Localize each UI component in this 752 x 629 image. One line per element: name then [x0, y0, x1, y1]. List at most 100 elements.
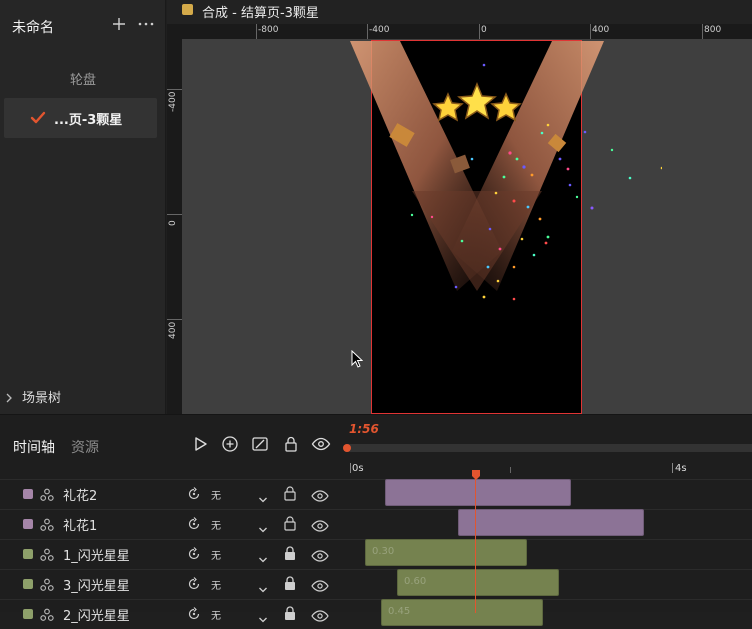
- node-icon: [40, 487, 54, 501]
- node-icon: [40, 517, 54, 531]
- loop-icon[interactable]: [186, 576, 202, 592]
- ruler-label: 0: [481, 25, 487, 35]
- track-name[interactable]: 2_闪光星星: [63, 605, 130, 624]
- timeline-clip[interactable]: 0.60: [397, 569, 559, 596]
- blend-mode-value[interactable]: 无: [211, 607, 221, 622]
- chevron-down-icon[interactable]: [258, 549, 268, 563]
- ruler-tick: [167, 319, 182, 320]
- clip-label: 0.30: [372, 546, 395, 557]
- track-row[interactable]: 3_闪光星星 无: [0, 569, 340, 599]
- ruler-tick: [350, 463, 351, 473]
- loop-icon[interactable]: [186, 516, 202, 532]
- node-icon: [40, 577, 54, 591]
- track-color-swatch: [23, 579, 33, 589]
- blend-mode-value[interactable]: 无: [211, 487, 221, 502]
- ruler-tick: [167, 214, 182, 215]
- eye-icon[interactable]: [311, 607, 329, 622]
- composition-item-label: ...页-3颗星: [54, 113, 123, 128]
- tab-timeline[interactable]: 时间轴: [13, 437, 55, 457]
- add-icon[interactable]: [111, 16, 127, 32]
- scene-tree-toggle[interactable]: 场景树: [0, 382, 166, 410]
- eye-icon[interactable]: [311, 577, 329, 592]
- offstage-particles: [583, 130, 662, 210]
- composition-list-item[interactable]: ...页-3颗星: [4, 98, 157, 138]
- play-icon[interactable]: [191, 435, 209, 453]
- eye-icon[interactable]: [311, 487, 329, 502]
- track-row[interactable]: 1_闪光星星 无: [0, 539, 340, 569]
- chevron-down-icon[interactable]: [258, 579, 268, 593]
- timeline-clip[interactable]: [385, 479, 571, 506]
- loop-icon[interactable]: [186, 606, 202, 622]
- ruler-label: 400: [592, 25, 610, 35]
- mask-icon[interactable]: [251, 435, 269, 453]
- loop-icon[interactable]: [186, 486, 202, 502]
- canvas-header: 合成 - 结算页-3颗星: [167, 0, 752, 24]
- add-keyframe-icon[interactable]: [221, 435, 239, 453]
- time-ruler[interactable]: 0s 4s: [347, 461, 752, 477]
- lock-icon[interactable]: [284, 486, 296, 501]
- scene-tree-label: 场景树: [22, 391, 62, 406]
- track-color-swatch: [23, 609, 33, 619]
- track-color-swatch: [23, 519, 33, 529]
- chevron-down-icon[interactable]: [258, 489, 268, 503]
- chevron-down-icon[interactable]: [258, 609, 268, 623]
- more-icon[interactable]: [137, 16, 155, 32]
- stage-artboard[interactable]: [350, 40, 604, 414]
- timeline-clip[interactable]: 0.30: [365, 539, 527, 566]
- group-label: 轮盘: [69, 73, 96, 88]
- track-color-swatch: [23, 489, 33, 499]
- ruler-tick: [367, 24, 368, 39]
- current-time: 1:56: [349, 422, 379, 436]
- lock-icon[interactable]: [284, 546, 296, 561]
- mouse-cursor-icon: [351, 349, 364, 372]
- lock-icon[interactable]: [282, 435, 300, 453]
- chevron-down-icon[interactable]: [258, 519, 268, 533]
- blend-mode-value[interactable]: 无: [211, 517, 221, 532]
- track-row[interactable]: 礼花2 无: [0, 479, 340, 509]
- playhead-marker-icon[interactable]: [472, 465, 480, 480]
- scrub-handle[interactable]: [343, 444, 351, 452]
- composition-sidebar: 未命名 轮盘 ...页-3颗星 场景树: [0, 0, 166, 414]
- time-ruler-start: 0s: [352, 463, 364, 474]
- track-name[interactable]: 礼花1: [63, 515, 97, 534]
- track-row[interactable]: 2_闪光星星 无: [0, 599, 340, 629]
- blend-mode-value[interactable]: 无: [211, 547, 221, 562]
- timeline-clip[interactable]: [458, 509, 644, 536]
- ruler-tick: [672, 463, 673, 473]
- time-ruler-mark: 4s: [675, 463, 687, 474]
- track-name[interactable]: 3_闪光星星: [63, 575, 130, 594]
- clip-label: 0.60: [404, 576, 427, 587]
- playhead-line: [475, 474, 476, 613]
- ruler-tick: [167, 89, 182, 90]
- lock-icon[interactable]: [284, 576, 296, 591]
- node-icon: [40, 607, 54, 621]
- composition-color-swatch: [182, 4, 193, 15]
- track-name[interactable]: 1_闪光星星: [63, 545, 130, 564]
- track-row[interactable]: 礼花1 无: [0, 509, 340, 539]
- beam-glow: [412, 191, 542, 291]
- loop-icon[interactable]: [186, 546, 202, 562]
- canvas-area[interactable]: 合成 - 结算页-3颗星 -800 -400 0 400 800 -400 0 …: [167, 0, 752, 414]
- ruler-label: 0: [168, 220, 178, 226]
- ruler-label: -400: [168, 91, 178, 112]
- timeline-clip[interactable]: 0.45: [381, 599, 543, 626]
- blend-mode-value[interactable]: 无: [211, 577, 221, 592]
- node-icon: [40, 547, 54, 561]
- effect-preview: [350, 41, 604, 301]
- track-name[interactable]: 礼花2: [63, 485, 97, 504]
- lock-icon[interactable]: [284, 516, 296, 531]
- horizontal-ruler: -800 -400 0 400 800: [181, 24, 752, 39]
- canvas-title: 合成 - 结算页-3颗星: [202, 6, 319, 21]
- eye-icon[interactable]: [311, 517, 329, 532]
- ruler-tick: [590, 24, 591, 39]
- project-title: 未命名: [12, 20, 54, 36]
- timeline-panel: 时间轴 资源 1:56 0s 4s 礼花2 无礼花1 无 1_闪光星星无 3_闪光星星无…: [0, 414, 752, 626]
- lock-icon[interactable]: [284, 606, 296, 621]
- ruler-label: 800: [704, 25, 722, 35]
- track-color-swatch: [23, 549, 33, 559]
- tab-assets[interactable]: 资源: [71, 437, 99, 457]
- check-icon: [30, 110, 46, 124]
- scrub-bar[interactable]: [346, 444, 752, 452]
- eye-icon[interactable]: [311, 435, 331, 453]
- eye-icon[interactable]: [311, 547, 329, 562]
